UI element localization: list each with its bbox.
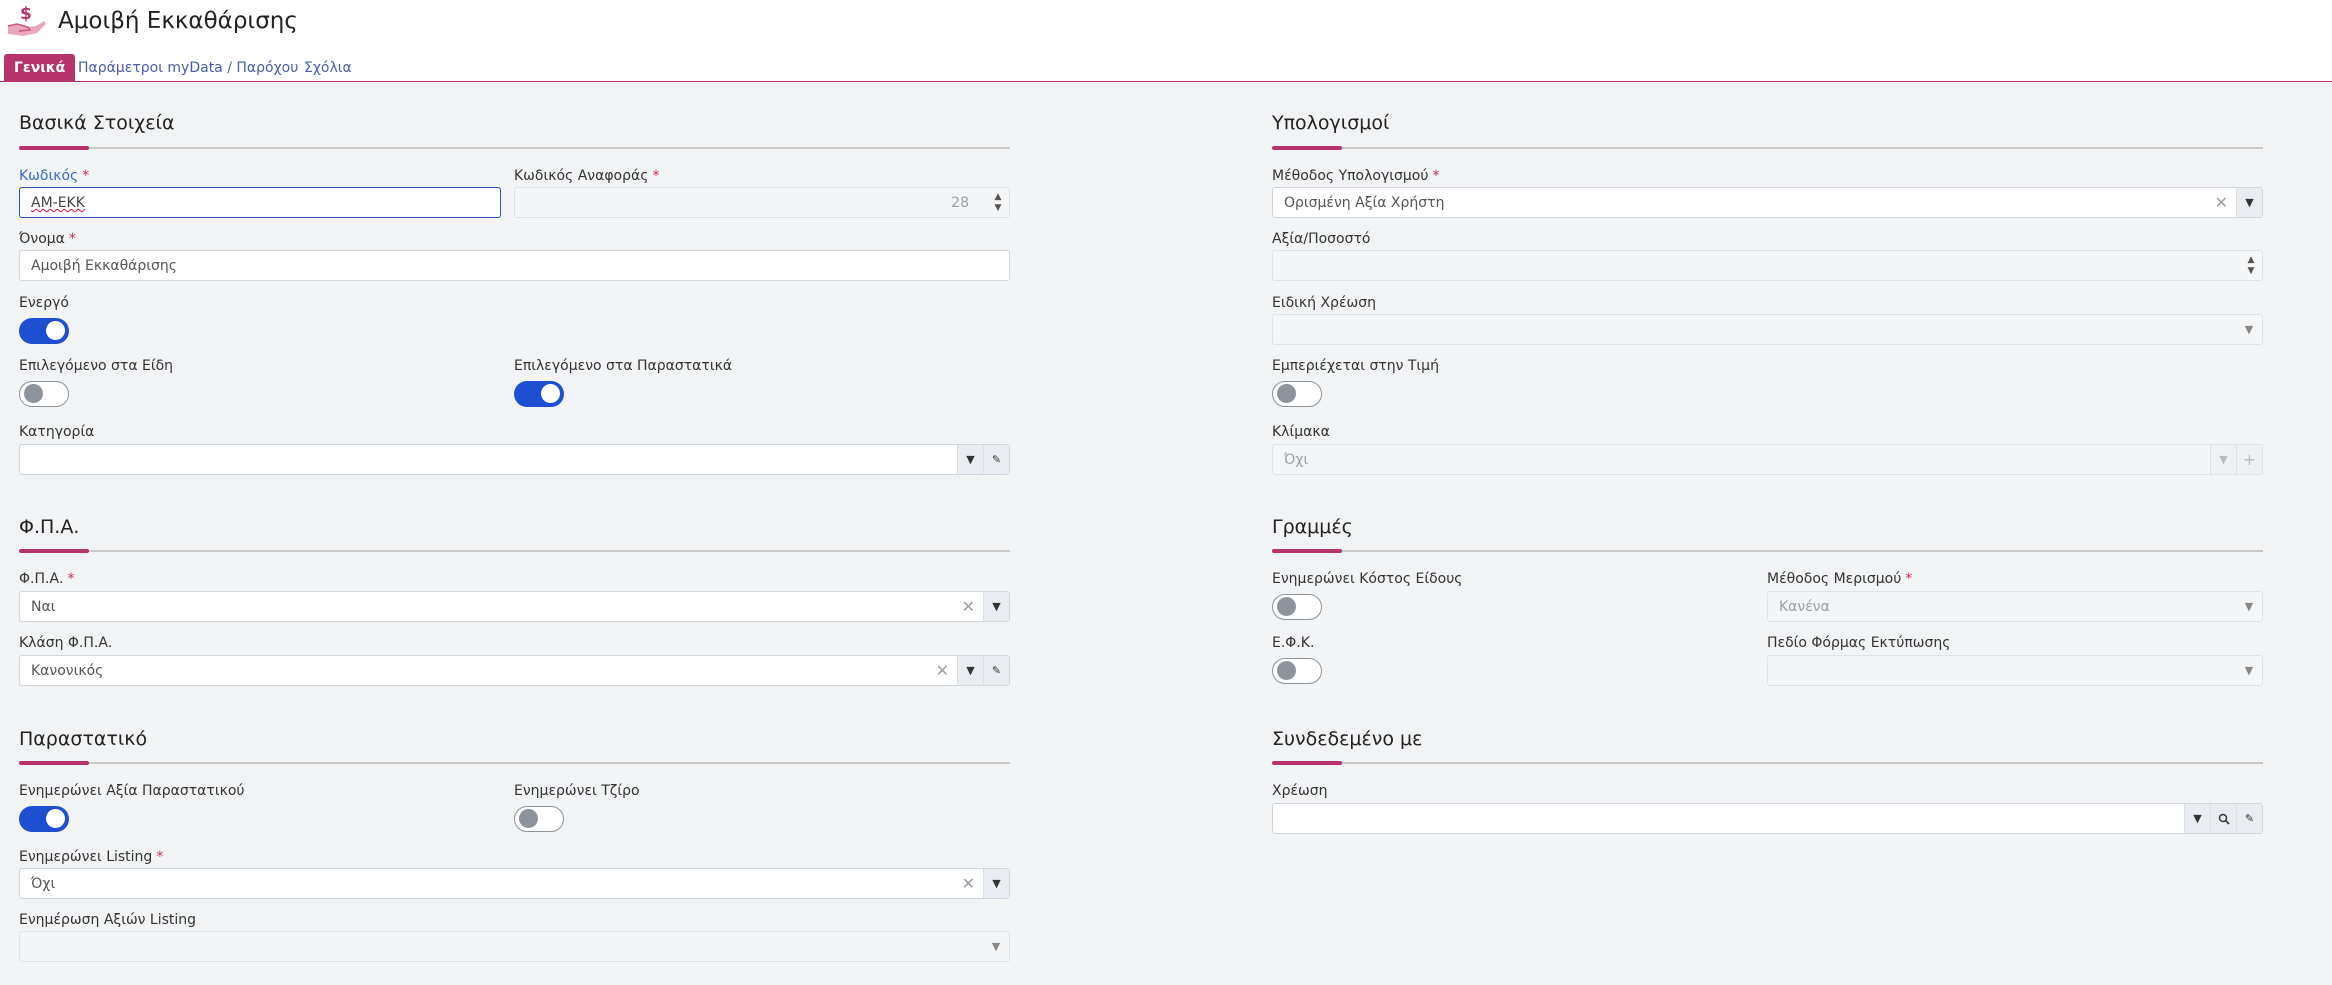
print-form-field-label: Πεδίο Φόρμας Εκτύπωσης [1767, 635, 1951, 651]
update-turnover-label: Ενημερώνει Τζίρο [514, 783, 640, 799]
ref-code-label: Κωδικός Αναφοράς * [514, 168, 660, 184]
form-content: Βασικά Στοιχεία Κωδικός * ΑΜ-ΕΚΚ Κωδικός … [0, 82, 2332, 985]
svg-text:$: $ [20, 4, 32, 24]
scale-select: Όχι ▼ + [1272, 444, 2263, 475]
section-title-lines: Γραμμές [1272, 516, 1353, 538]
vat-class-select[interactable]: Κανονικός ✕ ▼ ✎ [19, 655, 1010, 686]
included-in-price-toggle[interactable] [1272, 381, 1322, 407]
edit-pencil-icon[interactable]: ✎ [2236, 804, 2262, 833]
chevron-down-icon: ▼ [2247, 265, 2255, 276]
active-toggle[interactable] [19, 318, 69, 344]
vat-label: Φ.Π.Α. * [19, 571, 75, 587]
listing-values-label: Ενημέρωση Αξιών Listing [19, 912, 197, 928]
name-label: Όνομα * [19, 231, 76, 247]
items-selectable-label: Επιλεγόμενο στα Είδη [19, 358, 174, 374]
chevron-up-icon: ▲ [2247, 254, 2255, 265]
section-title-document: Παραστατικό [19, 728, 148, 750]
calc-method-select[interactable]: Ορισμένη Αξία Χρήστη ✕ ▼ [1272, 187, 2263, 218]
edit-pencil-icon[interactable]: ✎ [983, 656, 1009, 685]
value-percent-stepper[interactable]: ▲ ▼ [2241, 252, 2261, 279]
print-form-field-select: ▼ [1767, 655, 2263, 686]
chevron-up-icon: ▲ [994, 191, 1002, 202]
value-percent-input: ▲ ▼ [1272, 250, 2263, 281]
update-doc-value-toggle[interactable] [19, 806, 69, 832]
section-divider [19, 761, 1010, 765]
dropdown-caret-icon[interactable]: ▼ [983, 592, 1009, 621]
section-divider [1272, 761, 2263, 765]
split-method-label: Μέθοδος Μερισμού * [1767, 571, 1913, 587]
scale-label: Κλίμακα [1272, 424, 1330, 440]
section-divider [1272, 146, 2263, 150]
dropdown-caret-icon[interactable]: ▼ [983, 869, 1009, 898]
tab-bar: Γενικά Παράμετροι myData / Παρόχου Σχόλι… [0, 52, 2332, 82]
dropdown-caret-icon: ▼ [2244, 323, 2254, 336]
included-in-price-label: Εμπεριέχεται στην Τιμή [1272, 358, 1439, 374]
category-select[interactable]: ▼ ✎ [19, 444, 1010, 475]
charge-label: Χρέωση [1272, 783, 1328, 799]
docs-selectable-toggle[interactable] [514, 381, 564, 407]
section-divider [19, 549, 1010, 553]
calc-method-label: Μέθοδος Υπολογισμού * [1272, 168, 1440, 184]
chevron-down-icon: ▼ [994, 202, 1002, 213]
dropdown-caret-icon[interactable]: ▼ [957, 656, 983, 685]
ref-code-stepper[interactable]: ▲ ▼ [988, 189, 1008, 216]
dropdown-caret-icon: ▼ [991, 940, 1001, 953]
listing-values-select: ▼ [19, 931, 1010, 962]
ref-code-input: 28 ▲ ▼ [514, 187, 1010, 218]
split-method-select: Κανένα ▼ [1767, 591, 2263, 622]
section-title-calculations: Υπολογισμοί [1272, 112, 1390, 134]
items-selectable-toggle[interactable] [19, 381, 69, 407]
tab-comments[interactable]: Σχόλια [294, 54, 362, 82]
vat-select[interactable]: Ναι ✕ ▼ [19, 591, 1010, 622]
vat-class-label: Κλάση Φ.Π.Α. [19, 635, 113, 651]
dropdown-caret-icon: ▼ [2244, 600, 2254, 613]
update-doc-value-label: Ενημερώνει Αξία Παραστατικού [19, 783, 245, 799]
value-percent-label: Αξία/Ποσοστό [1272, 231, 1371, 247]
section-title-linked: Συνδεδεμένο με [1272, 728, 1423, 750]
hand-dollar-icon: $ [6, 2, 48, 40]
efk-label: Ε.Φ.Κ. [1272, 635, 1315, 651]
plus-icon: + [2236, 445, 2262, 474]
tab-mydata-params[interactable]: Παράμετροι myData / Παρόχου [68, 54, 308, 82]
code-input[interactable]: ΑΜ-ΕΚΚ [19, 187, 501, 218]
active-label: Ενεργό [19, 295, 69, 311]
section-title-basic: Βασικά Στοιχεία [19, 112, 175, 134]
section-divider [1272, 549, 2263, 553]
charge-select[interactable]: ▼ ✎ [1272, 803, 2263, 834]
update-item-cost-toggle[interactable] [1272, 594, 1322, 620]
section-title-vat: Φ.Π.Α. [19, 516, 80, 538]
edit-pencil-icon[interactable]: ✎ [983, 445, 1009, 474]
clear-icon[interactable]: ✕ [2215, 193, 2228, 212]
search-icon[interactable] [2210, 804, 2236, 833]
update-item-cost-label: Ενημερώνει Κόστος Είδους [1272, 571, 1463, 587]
efk-toggle[interactable] [1272, 658, 1322, 684]
dropdown-caret-icon[interactable]: ▼ [2236, 188, 2262, 217]
clear-icon[interactable]: ✕ [962, 874, 975, 893]
clear-icon[interactable]: ✕ [962, 597, 975, 616]
update-listing-label: Ενημερώνει Listing * [19, 849, 164, 865]
dropdown-caret-icon: ▼ [2244, 664, 2254, 677]
page-title: Αμοιβή Εκκαθάρισης [58, 8, 298, 34]
dropdown-caret-icon[interactable]: ▼ [2184, 804, 2210, 833]
dropdown-caret-icon: ▼ [2210, 445, 2236, 474]
clear-icon[interactable]: ✕ [936, 661, 949, 680]
dropdown-caret-icon[interactable]: ▼ [957, 445, 983, 474]
docs-selectable-label: Επιλεγόμενο στα Παραστατικά [514, 358, 733, 374]
update-listing-select[interactable]: Όχι ✕ ▼ [19, 868, 1010, 899]
special-charge-label: Ειδική Χρέωση [1272, 295, 1376, 311]
section-divider [19, 146, 1010, 150]
name-input[interactable]: Αμοιβή Εκκαθάρισης [19, 250, 1010, 281]
update-turnover-toggle[interactable] [514, 806, 564, 832]
special-charge-select: ▼ [1272, 314, 2263, 345]
code-label: Κωδικός * [19, 168, 90, 184]
category-label: Κατηγορία [19, 424, 95, 440]
tab-general[interactable]: Γενικά [4, 54, 76, 82]
